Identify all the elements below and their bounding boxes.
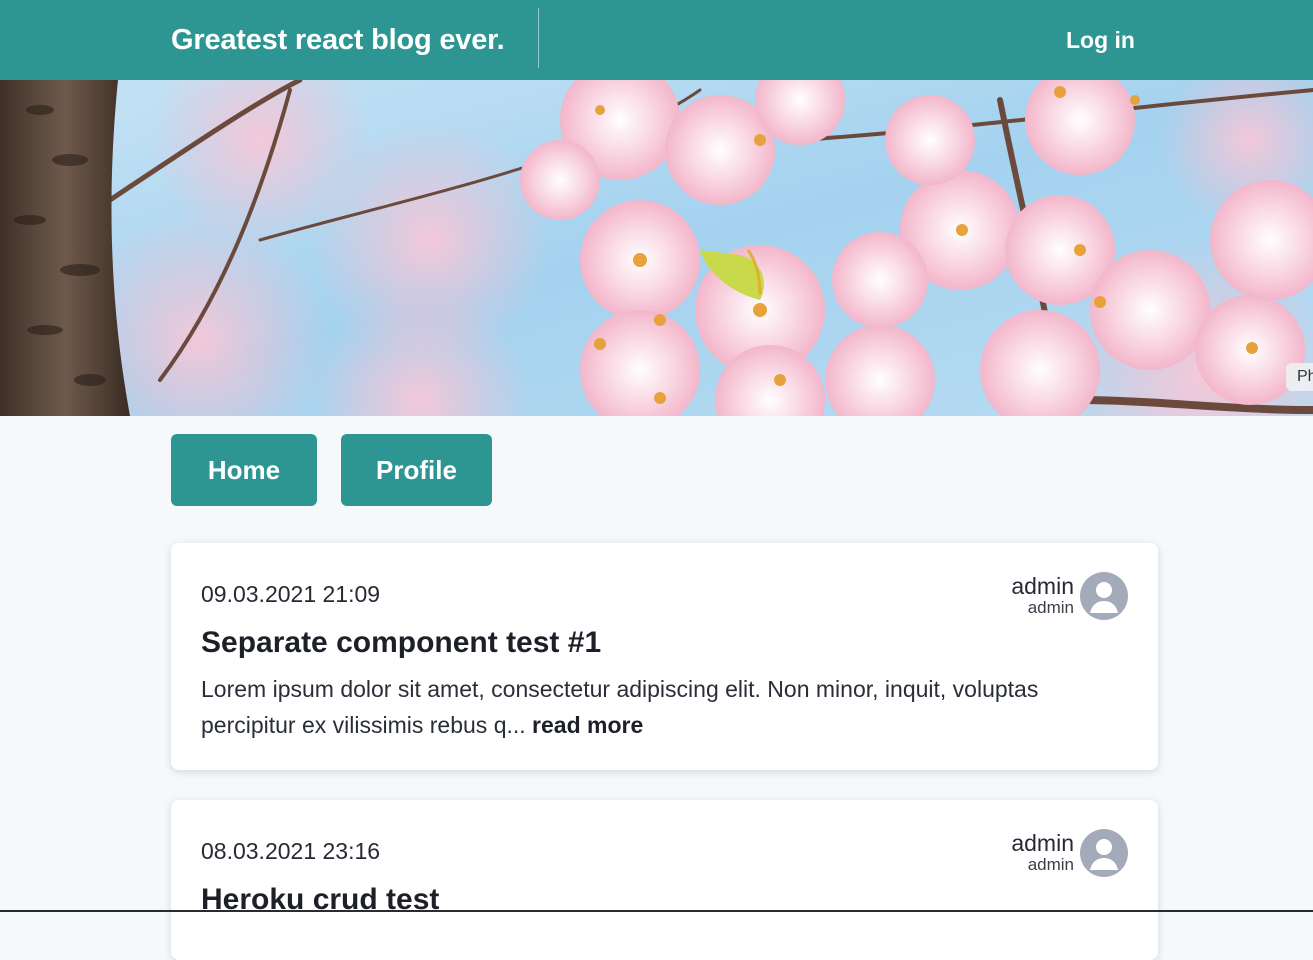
post-date: 08.03.2021 23:16 bbox=[201, 838, 381, 864]
post-date: 09.03.2021 21:09 bbox=[201, 581, 381, 607]
author-names: admin admin bbox=[1011, 831, 1074, 875]
author-name: admin bbox=[1011, 830, 1074, 856]
author-username: admin bbox=[1027, 598, 1074, 617]
home-button[interactable]: Home bbox=[171, 434, 317, 506]
hero-banner-image bbox=[0, 80, 1313, 416]
author-username: admin bbox=[1027, 855, 1074, 874]
read-more-link[interactable]: read more bbox=[532, 712, 643, 738]
user-avatar-icon[interactable] bbox=[1080, 572, 1128, 620]
user-avatar-icon[interactable] bbox=[1080, 829, 1128, 877]
author-name: admin bbox=[1011, 573, 1074, 599]
navbar-divider bbox=[538, 8, 539, 68]
site-brand[interactable]: Greatest react blog ever. bbox=[171, 20, 505, 60]
post-excerpt: Lorem ipsum dolor sit amet, consectetur … bbox=[201, 671, 1121, 743]
photo-credit-badge[interactable]: Ph bbox=[1286, 363, 1313, 391]
post-card: 09.03.2021 21:09 Separate component test… bbox=[171, 543, 1158, 770]
top-navbar: Greatest react blog ever. Log in bbox=[0, 0, 1313, 80]
post-title[interactable]: Heroku crud test bbox=[201, 880, 439, 920]
post-author: admin admin bbox=[1011, 571, 1128, 621]
post-author: admin admin bbox=[1011, 828, 1128, 878]
author-names: admin admin bbox=[1011, 574, 1074, 618]
profile-button[interactable]: Profile bbox=[341, 434, 492, 506]
post-title[interactable]: Separate component test #1 bbox=[201, 623, 601, 663]
post-card: 08.03.2021 23:16 Heroku crud test admin … bbox=[171, 800, 1158, 960]
login-link[interactable]: Log in bbox=[1066, 24, 1135, 56]
